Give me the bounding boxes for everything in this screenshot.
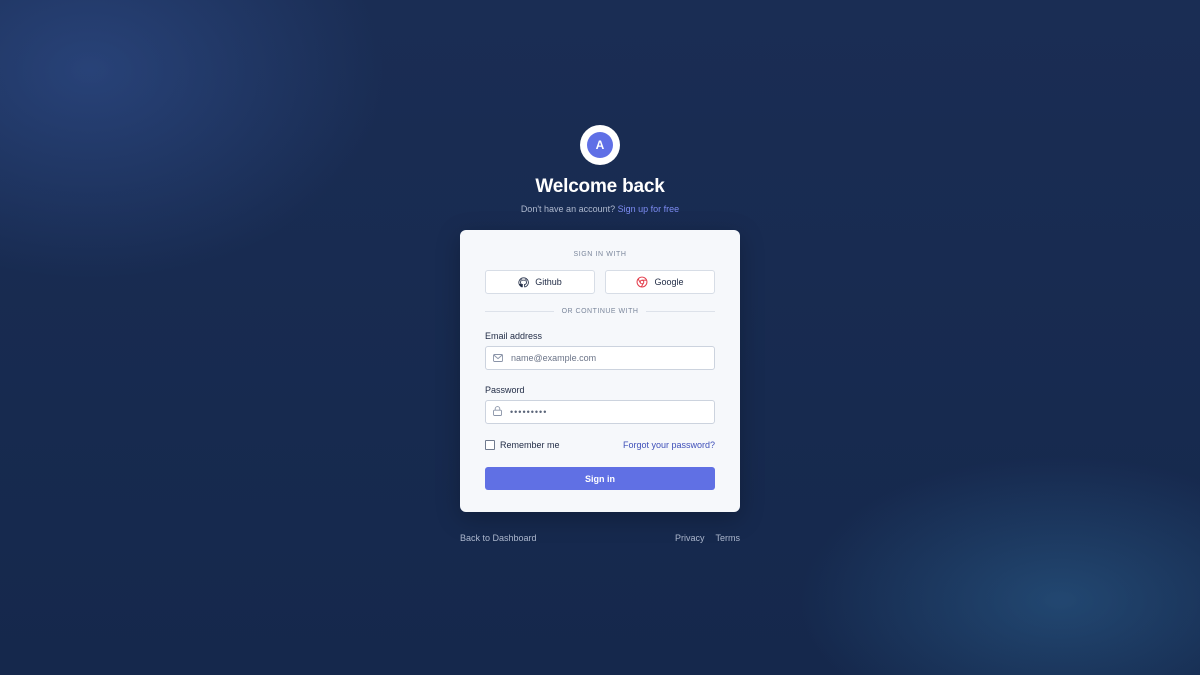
- brand-logo: A: [580, 125, 620, 165]
- github-icon: [518, 276, 529, 288]
- divider-line-left: [485, 311, 554, 312]
- privacy-link[interactable]: Privacy: [675, 533, 705, 543]
- email-input[interactable]: [511, 353, 701, 363]
- password-value: •••••••••: [510, 407, 548, 417]
- social-login-row: Github Google: [485, 270, 715, 294]
- remember-me[interactable]: Remember me: [485, 440, 560, 450]
- footer-legal-links: Privacy Terms: [675, 533, 740, 543]
- footer-links: Back to Dashboard Privacy Terms: [460, 533, 740, 543]
- signup-prompt: Don't have an account? Sign up for free: [460, 203, 740, 216]
- sign-in-with-label: SIGN IN WITH: [573, 251, 627, 258]
- divider-line-right: [646, 311, 716, 312]
- lock-icon: [493, 403, 502, 421]
- remember-me-label: Remember me: [500, 440, 560, 450]
- signup-link[interactable]: Sign up for free: [618, 204, 680, 214]
- remember-me-checkbox[interactable]: [485, 440, 495, 450]
- signup-prompt-text: Don't have an account?: [520, 204, 616, 214]
- login-container: A Welcome back Don't have an account? Si…: [460, 125, 740, 543]
- google-login-label: Google: [654, 277, 684, 287]
- forgot-password-link[interactable]: Forgot your password?: [623, 440, 715, 450]
- github-login-button[interactable]: Github: [485, 270, 595, 294]
- or-divider: OR CONTINUE WITH: [485, 308, 716, 315]
- chrome-icon: [636, 276, 648, 288]
- brand-logo-letter: A: [587, 132, 613, 158]
- divider-text: OR CONTINUE WITH: [561, 308, 639, 315]
- password-field[interactable]: •••••••••: [485, 400, 715, 424]
- google-login-button[interactable]: Google: [605, 270, 715, 294]
- github-login-label: Github: [535, 277, 562, 287]
- email-label: Email address: [485, 331, 543, 341]
- login-options-row: Remember me Forgot your password?: [485, 439, 715, 451]
- login-card: SIGN IN WITH Github Google OR CONTINUE W…: [460, 230, 740, 512]
- email-field-wrapper: [485, 346, 715, 370]
- password-label: Password: [485, 385, 525, 395]
- sign-in-button[interactable]: Sign in: [485, 467, 715, 490]
- page-title: Welcome back: [535, 176, 665, 197]
- back-to-dashboard-link[interactable]: Back to Dashboard: [460, 533, 537, 543]
- terms-link[interactable]: Terms: [716, 533, 741, 543]
- mail-icon: [493, 349, 503, 367]
